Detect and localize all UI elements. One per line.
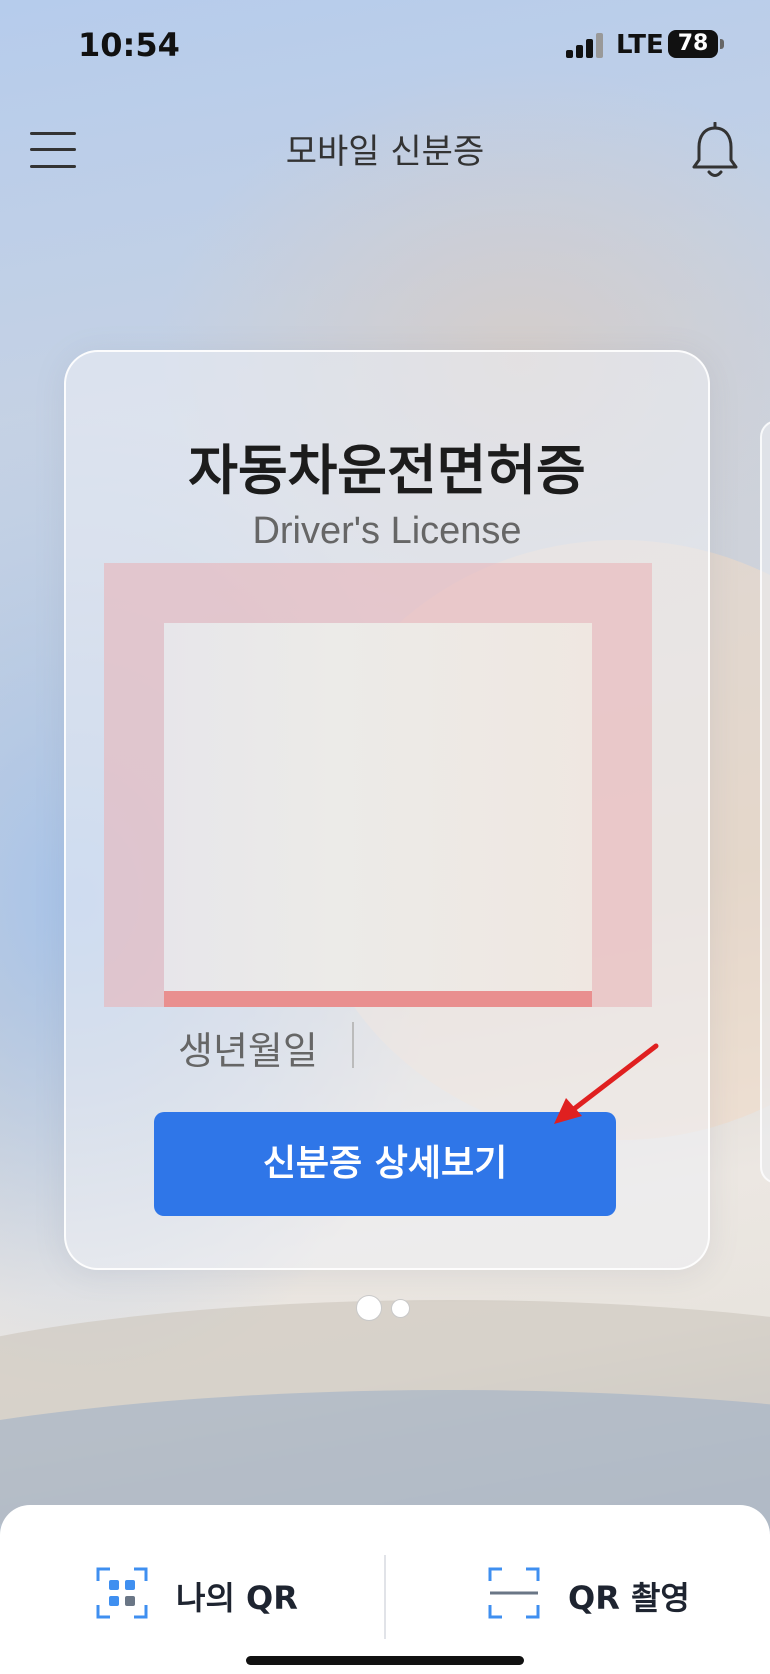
tab-qr-scan[interactable]: QR 촬영 [488,1551,708,1637]
battery-tip [720,39,724,49]
signal-icon [566,32,604,58]
bottom-bar: 나의 QR QR 촬영 [0,1505,770,1674]
page-indicator [0,1295,770,1325]
tab-divider [384,1555,386,1639]
tab-qr-scan-label: QR 촬영 [568,1579,690,1617]
home-indicator[interactable] [246,1656,524,1665]
annotation-arrow-icon [554,1043,659,1124]
battery-icon: 78 [668,30,718,58]
id-card: 자동차운전면허증 Driver's License 생년월일 신분증 상세보기 [64,350,710,1270]
birth-date-label: 생년월일 [178,1029,318,1073]
text-cursor [352,1022,354,1068]
id-photo-border [164,991,592,1007]
page-dot-active[interactable] [356,1295,382,1321]
bell-icon[interactable] [690,121,740,182]
page-dot[interactable] [391,1299,410,1318]
id-photo-placeholder [104,563,652,1007]
page-title: 모바일 신분증 [285,132,485,172]
network-type: LTE [616,30,664,60]
id-photo-inner [164,623,592,991]
status-bar: 10:54 LTE 78 [0,0,770,90]
card-title: 자동차운전면허증 [188,439,586,502]
tab-my-qr-label: 나의 QR [176,1579,298,1617]
status-time: 10:54 [78,26,180,64]
card-subtitle: Driver's License [252,510,522,552]
app-header: 모바일 신분증 [0,110,770,190]
qr-code-icon [96,1567,148,1619]
battery-level: 78 [677,31,709,56]
next-id-card-preview[interactable] [760,420,770,1184]
qr-scan-icon [488,1567,540,1619]
tab-my-qr[interactable]: 나의 QR [96,1551,316,1637]
